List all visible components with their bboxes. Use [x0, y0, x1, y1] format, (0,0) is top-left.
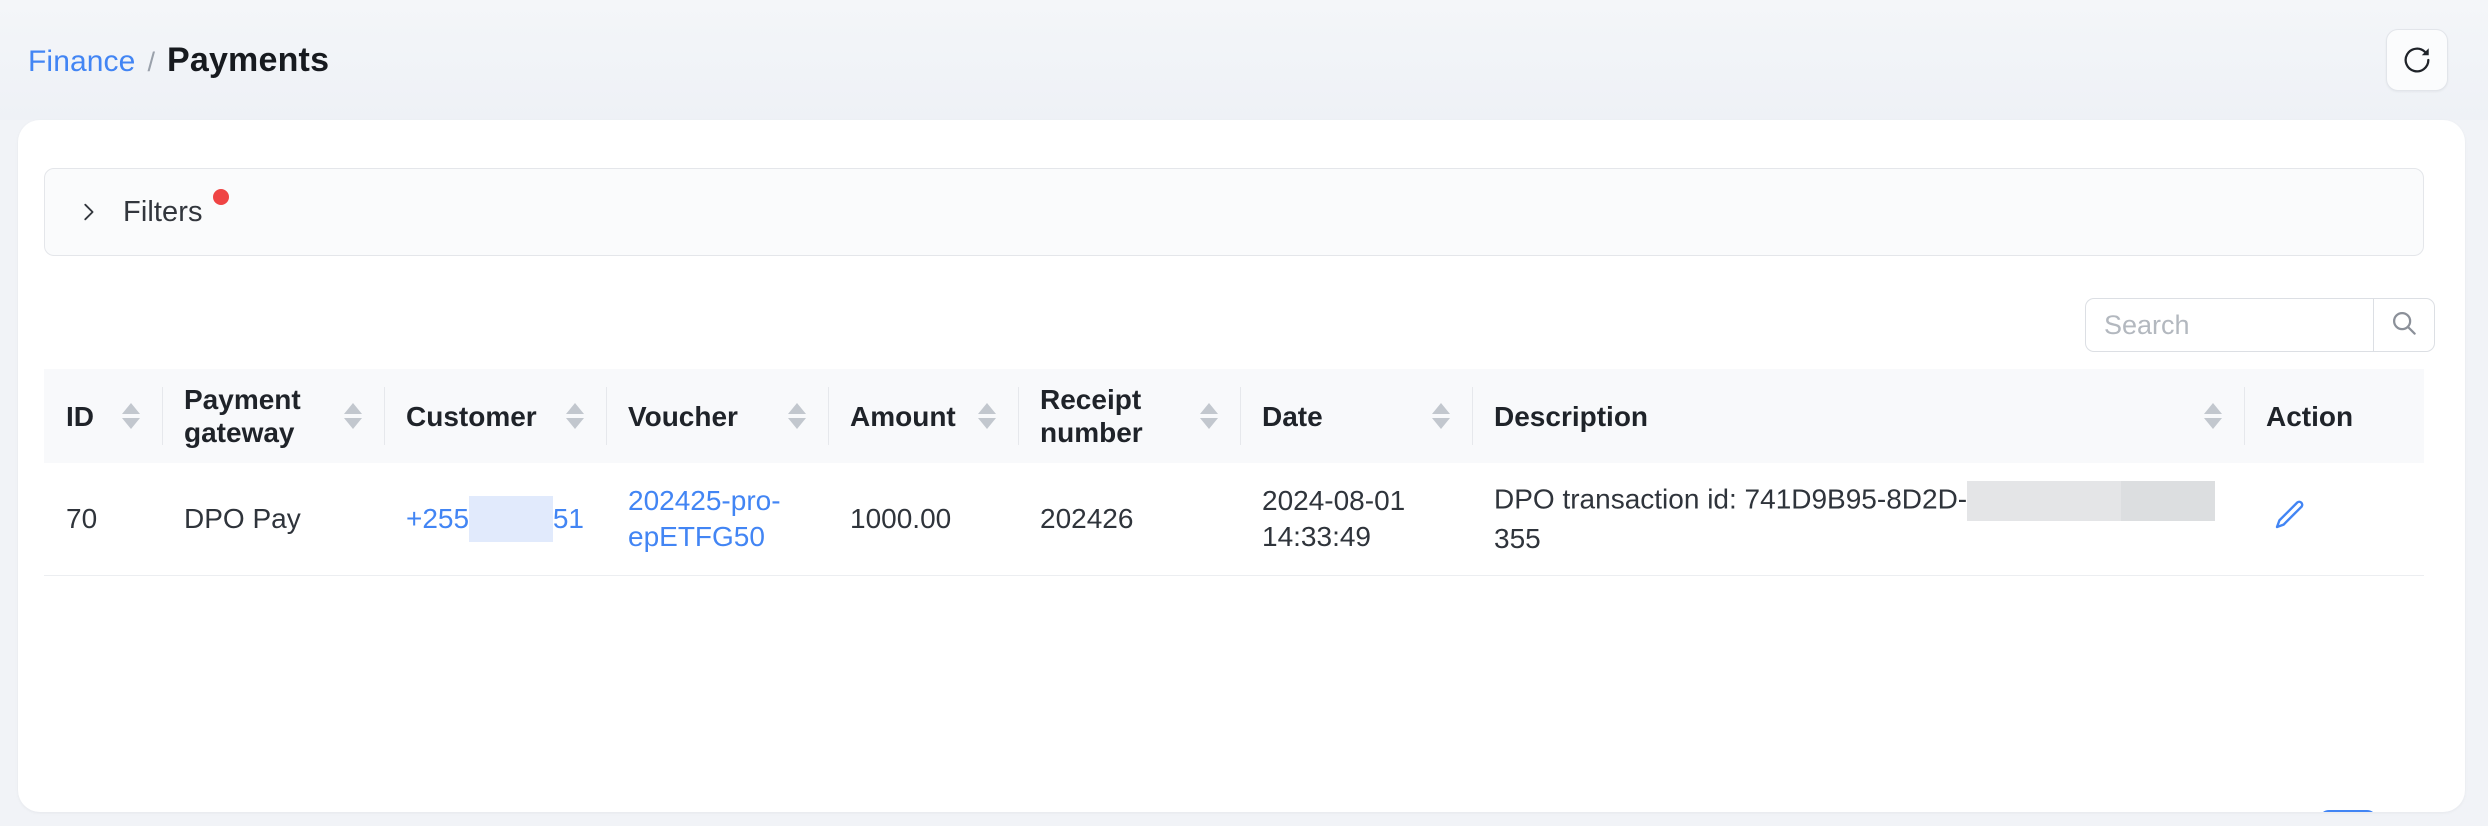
search-icon: [2389, 308, 2419, 343]
pagination-controls: 1: [2261, 810, 2435, 812]
column-header-payment-gateway[interactable]: Payment gateway: [162, 369, 384, 463]
pagination-page-1[interactable]: 1: [2319, 810, 2377, 812]
cell-voucher-link[interactable]: 202425-pro-epETFG50: [606, 463, 828, 575]
chevron-right-icon: [77, 201, 99, 223]
cell-date: 2024-08-01 14:33:49: [1262, 485, 1406, 552]
column-header-label: Amount: [850, 400, 956, 432]
sort-icon[interactable]: [344, 403, 362, 430]
breadcrumb-separator: /: [147, 46, 155, 77]
cell-description: DPO transaction id: 741D9B95-8D2D- 355: [1472, 463, 2244, 575]
cell-amount: 1000.00: [850, 503, 952, 535]
sort-icon[interactable]: [2204, 403, 2222, 430]
filters-panel-toggle[interactable]: Filters: [44, 168, 2424, 256]
description-text: DPO transaction id: 741D9B95-8D2D-: [1494, 483, 1968, 515]
sort-icon[interactable]: [566, 403, 584, 430]
search-input[interactable]: [2085, 298, 2373, 352]
payments-table: ID Payment gateway Customer Voucher Amou…: [44, 369, 2424, 576]
sort-icon[interactable]: [788, 403, 806, 430]
column-header-label: Action: [2266, 400, 2354, 432]
column-header-voucher[interactable]: Voucher: [606, 369, 828, 463]
breadcrumb: Finance / Payments: [28, 41, 329, 80]
table-row: 70 DPO Pay +255 51 202425-pro-epETFG50 10…: [44, 463, 2424, 576]
pagination: Showing 1 to 1 of 1 entries 1: [1889, 810, 2435, 812]
column-header-label: Description: [1494, 400, 1649, 432]
breadcrumb-link-finance[interactable]: Finance: [28, 45, 135, 79]
cell-id: 70: [66, 503, 98, 535]
table-header-row: ID Payment gateway Customer Voucher Amou…: [44, 369, 2424, 464]
column-header-amount[interactable]: Amount: [828, 369, 1018, 463]
column-header-label: Voucher: [628, 400, 738, 432]
sort-icon[interactable]: [978, 403, 996, 430]
page-title: Payments: [166, 40, 330, 79]
payments-card: Filters ID Payment gateway: [18, 120, 2465, 812]
refresh-icon: [2401, 44, 2433, 76]
column-header-receipt-number[interactable]: Receipt number: [1018, 369, 1240, 463]
column-header-id[interactable]: ID: [44, 369, 162, 463]
customer-phone-suffix: 51: [552, 503, 584, 535]
sort-icon[interactable]: [122, 403, 140, 430]
filters-label: Filters: [123, 195, 203, 228]
cell-payment-gateway: DPO Pay: [184, 503, 301, 535]
pencil-edit-icon: [2271, 497, 2307, 542]
customer-phone-prefix: +255: [406, 503, 470, 535]
edit-button[interactable]: [2266, 496, 2312, 542]
page-header: Finance / Payments: [0, 0, 2488, 120]
column-header-label: Date: [1262, 400, 1323, 432]
cell-customer[interactable]: +255 51: [384, 463, 606, 575]
description-suffix: 355: [1494, 523, 1541, 555]
column-header-action: Action: [2244, 369, 2424, 463]
column-header-customer[interactable]: Customer: [384, 369, 606, 463]
search-button[interactable]: [2373, 298, 2435, 352]
sort-icon[interactable]: [1200, 403, 1218, 430]
column-header-label: Receipt number: [1040, 384, 1143, 449]
cell-receipt-number: 202426: [1040, 503, 1134, 535]
column-header-date[interactable]: Date: [1240, 369, 1472, 463]
column-header-label: Payment gateway: [184, 384, 301, 449]
cell-action: [2244, 463, 2424, 575]
filters-active-badge: [212, 189, 229, 205]
column-header-description[interactable]: Description: [1472, 369, 2244, 463]
search-group: [2085, 298, 2435, 352]
column-header-label: Customer: [406, 400, 537, 432]
refresh-button[interactable]: [2386, 29, 2448, 91]
column-header-label: ID: [66, 400, 94, 432]
redaction-block-description: [1967, 481, 2216, 522]
sort-icon[interactable]: [1432, 403, 1450, 430]
redaction-block-customer: [469, 495, 553, 542]
